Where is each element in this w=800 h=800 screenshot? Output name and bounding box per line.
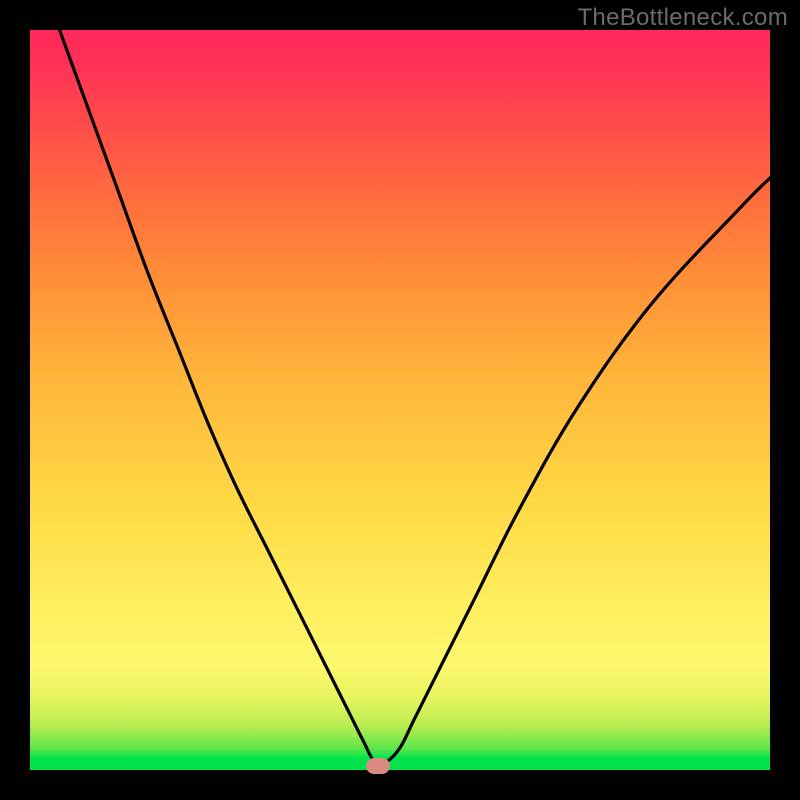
chart-frame: TheBottleneck.com bbox=[0, 0, 800, 800]
bottleneck-curve bbox=[30, 30, 770, 770]
minimum-marker bbox=[366, 758, 390, 774]
watermark-text: TheBottleneck.com bbox=[577, 4, 788, 32]
plot-area bbox=[30, 30, 770, 770]
